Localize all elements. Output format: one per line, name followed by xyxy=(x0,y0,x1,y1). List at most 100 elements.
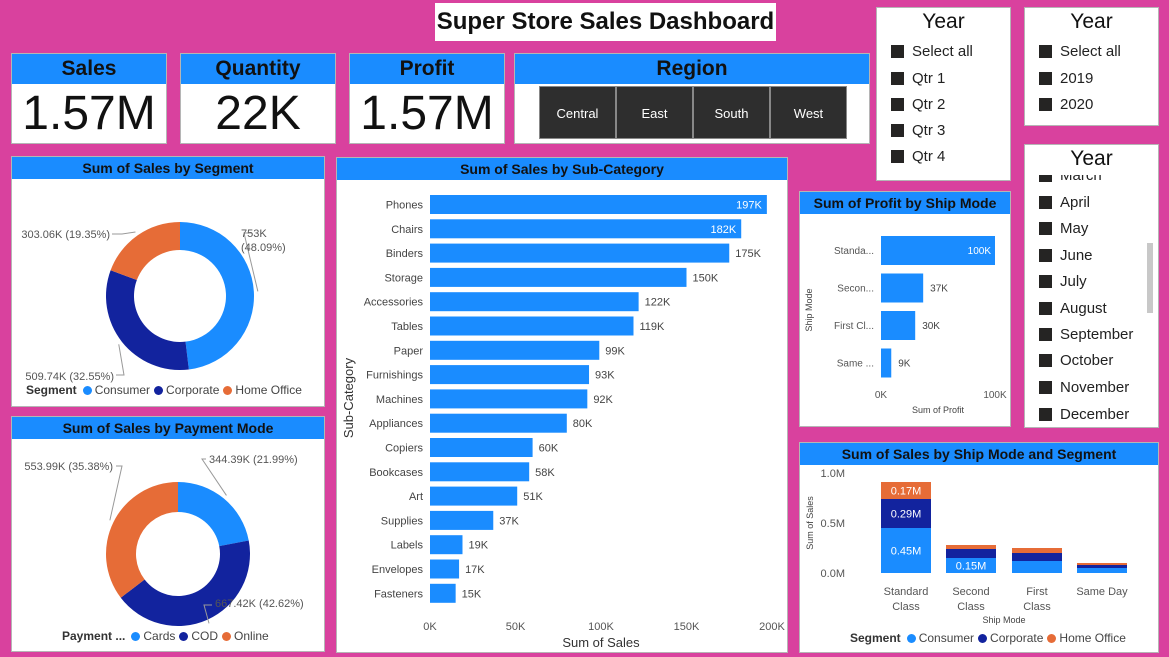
x-tick-label: 150K xyxy=(674,621,700,633)
checkbox-icon[interactable] xyxy=(1039,248,1052,262)
slicer-item-qtr4[interactable]: Qtr 4 xyxy=(891,146,945,166)
donut-slice-online[interactable] xyxy=(105,482,178,598)
legend-item-cards[interactable]: Cards xyxy=(131,629,175,643)
checkbox-icon[interactable] xyxy=(891,44,904,58)
bar-shipmode[interactable] xyxy=(881,273,924,303)
bar-labels[interactable] xyxy=(430,535,463,555)
bar-chairs[interactable] xyxy=(430,219,742,239)
checkbox-icon[interactable] xyxy=(891,97,904,111)
bar-copiers[interactable] xyxy=(430,438,533,457)
slicer-item-qtr2[interactable]: Qtr 2 xyxy=(891,94,945,114)
category-tick-label: Same Day xyxy=(1076,586,1128,598)
stacked-segment-home-office[interactable] xyxy=(946,545,996,549)
bar-shipmode[interactable] xyxy=(881,311,916,340)
slicer-item-qtr3[interactable]: Qtr 3 xyxy=(891,120,945,140)
legend-label: Corporate xyxy=(990,631,1044,645)
legend-label: COD xyxy=(191,629,219,643)
legend-item-online[interactable]: Online xyxy=(222,629,269,643)
donut-slice-cod[interactable] xyxy=(120,540,250,626)
bar-tables[interactable] xyxy=(430,316,634,336)
donut-data-label: 753K xyxy=(241,228,267,240)
bar-art[interactable] xyxy=(430,486,518,506)
checkbox-icon[interactable] xyxy=(891,149,904,163)
slicer-item-label: Qtr 4 xyxy=(912,147,946,165)
slicer-item-qtr1[interactable]: Qtr 1 xyxy=(891,68,945,88)
shipmode-segment-legend: Segment Consumer Corporate Home Office xyxy=(850,631,1130,645)
stacked-segment-consumer[interactable] xyxy=(1012,561,1062,573)
donut-slice-home-office[interactable] xyxy=(110,222,180,281)
checkbox-icon[interactable] xyxy=(1039,301,1052,315)
slicer-item-month[interactable]: November xyxy=(1039,377,1129,397)
bar-fasteners[interactable] xyxy=(430,583,456,603)
slicer-item-month[interactable]: October xyxy=(1039,350,1113,370)
checkbox-icon[interactable] xyxy=(1039,274,1052,288)
stacked-segment-home-office[interactable] xyxy=(1012,548,1062,553)
donut-slice-cards[interactable] xyxy=(178,482,249,547)
year-month-slicer-label: Year xyxy=(1025,145,1158,175)
category-tick-label: Same ... xyxy=(837,359,874,370)
checkbox-icon[interactable] xyxy=(1039,44,1052,58)
bar-envelopes[interactable] xyxy=(430,559,460,579)
bar-shipmode[interactable] xyxy=(881,348,892,378)
slicer-item-2019[interactable]: 2019 xyxy=(1039,68,1093,88)
region-slicer-label: Region xyxy=(515,54,869,84)
year-quarter-slicer-label: Year xyxy=(877,8,1010,38)
scrollbar-thumb[interactable] xyxy=(1147,243,1153,313)
slicer-item-month[interactable]: May xyxy=(1039,218,1088,238)
region-button-east[interactable]: East xyxy=(616,86,693,139)
checkbox-icon[interactable] xyxy=(1039,327,1052,341)
stacked-segment-corporate[interactable] xyxy=(1012,553,1062,561)
bar-data-label: 150K xyxy=(693,272,719,284)
checkbox-icon[interactable] xyxy=(891,123,904,137)
legend-item-corporate[interactable]: Corporate xyxy=(978,631,1043,645)
legend-dot-icon xyxy=(154,385,164,395)
bar-paper[interactable] xyxy=(430,340,600,360)
legend-label: Corporate xyxy=(166,383,220,397)
legend-item-consumer[interactable]: Consumer xyxy=(82,383,150,397)
slicer-item-month[interactable]: August xyxy=(1039,298,1107,318)
bar-machines[interactable] xyxy=(430,389,588,409)
checkbox-icon[interactable] xyxy=(1039,97,1052,111)
slicer-scroll-area[interactable]: March April May June July August Septemb… xyxy=(1025,163,1158,427)
bar-accessories[interactable] xyxy=(430,292,639,312)
slicer-item-select-all[interactable]: Select all xyxy=(1039,41,1121,61)
slicer-item-month[interactable]: June xyxy=(1039,245,1093,265)
checkbox-icon[interactable] xyxy=(1039,195,1052,209)
bar-binders[interactable] xyxy=(430,243,730,263)
bar-furnishings[interactable] xyxy=(430,365,590,385)
legend-item-consumer[interactable]: Consumer xyxy=(906,631,974,645)
slicer-item-label: December xyxy=(1060,405,1130,423)
region-button-central[interactable]: Central xyxy=(539,86,616,139)
checkbox-icon[interactable] xyxy=(1039,71,1052,85)
slicer-item-select-all[interactable]: Select all xyxy=(891,41,973,61)
category-tick-label: Appliances xyxy=(369,418,423,430)
slicer-item-2020[interactable]: 2020 xyxy=(1039,94,1093,114)
bar-phones[interactable] xyxy=(430,195,767,214)
legend-item-cod[interactable]: COD xyxy=(179,629,218,643)
legend-item-corporate[interactable]: Corporate xyxy=(154,383,219,397)
slicer-item-month[interactable]: September xyxy=(1039,324,1133,344)
donut-slice-corporate[interactable] xyxy=(106,270,189,370)
checkbox-icon[interactable] xyxy=(1039,353,1052,367)
payment-legend: Payment ... Cards COD Online xyxy=(62,629,273,643)
slicer-item-month[interactable]: December xyxy=(1039,404,1129,424)
checkbox-icon[interactable] xyxy=(1039,380,1052,394)
slicer-item-month[interactable]: April xyxy=(1039,192,1090,212)
bar-appliances[interactable] xyxy=(430,413,567,433)
bar-storage[interactable] xyxy=(430,267,687,287)
stacked-segment-corporate[interactable] xyxy=(946,549,996,558)
legend-item-home-office[interactable]: Home Office xyxy=(223,383,302,397)
bar-supplies[interactable] xyxy=(430,510,494,530)
slicer-item-month[interactable]: July xyxy=(1039,271,1087,291)
checkbox-icon[interactable] xyxy=(891,71,904,85)
stacked-segment-corporate[interactable] xyxy=(1077,565,1127,568)
checkbox-icon[interactable] xyxy=(1039,407,1052,421)
legend-item-home-office[interactable]: Home Office xyxy=(1047,631,1126,645)
bar-bookcases[interactable] xyxy=(430,462,530,482)
region-button-south[interactable]: South xyxy=(693,86,770,139)
stacked-segment-home-office[interactable] xyxy=(1077,563,1127,565)
checkbox-icon[interactable] xyxy=(1039,221,1052,235)
region-button-west[interactable]: West xyxy=(770,86,847,139)
stacked-segment-consumer[interactable] xyxy=(1077,568,1127,573)
sales-kpi-value: 1.57M xyxy=(22,87,156,140)
